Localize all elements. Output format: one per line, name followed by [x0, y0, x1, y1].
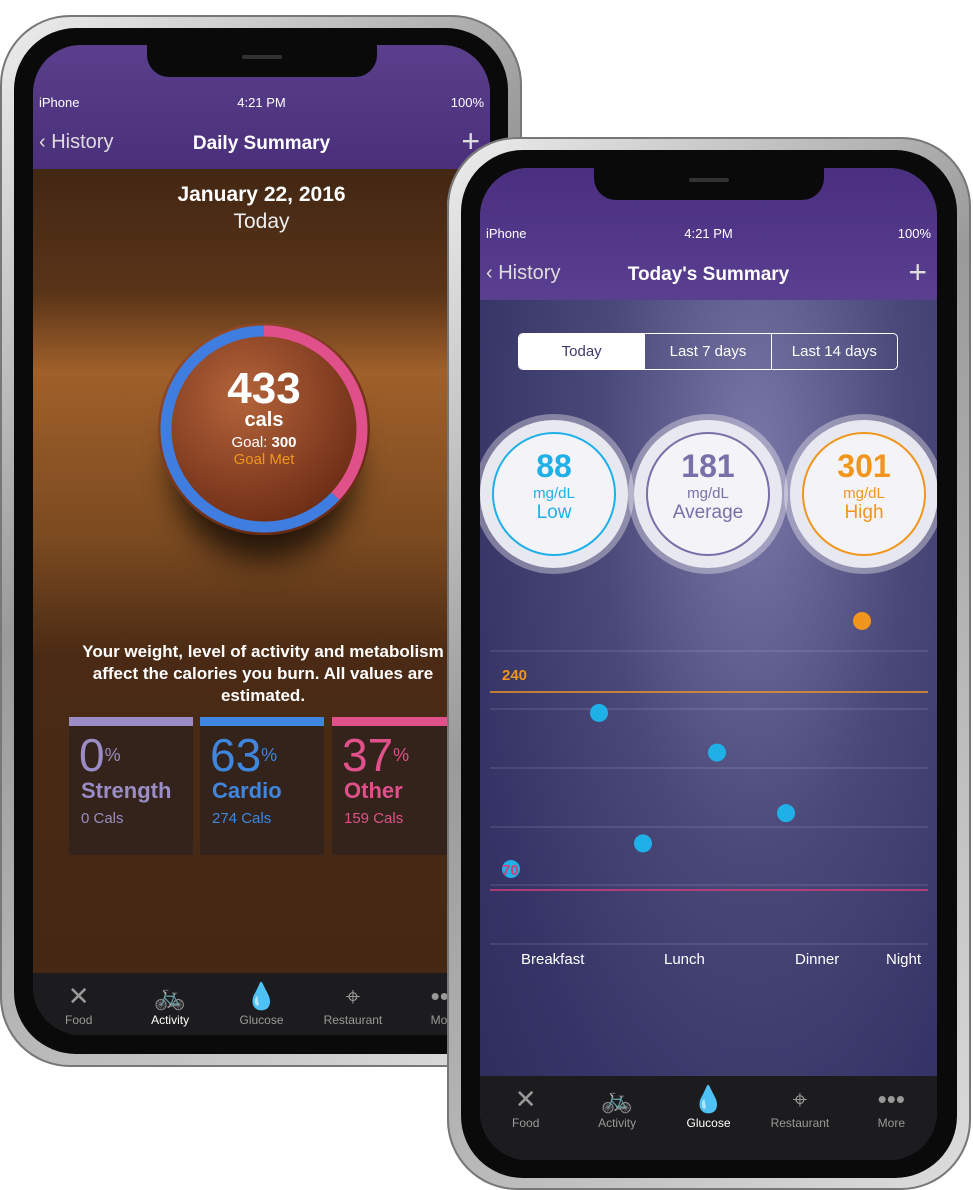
- data-point: [634, 834, 652, 853]
- tab-label: Restaurant: [770, 1116, 830, 1130]
- bicycle-icon: 🚲: [600, 1084, 634, 1114]
- threshold-label: 240: [502, 667, 527, 684]
- day: Today: [233, 210, 290, 233]
- x-label-breakfast: Breakfast: [521, 951, 585, 968]
- tab-activity[interactable]: 🚲 Activity: [124, 973, 215, 1035]
- status-bar: iPhone 4:21 PM 100%: [480, 226, 937, 246]
- nav-bar: ‹ History Today's Summary +: [480, 254, 937, 294]
- card-name: Strength: [81, 778, 172, 803]
- stat-value: 181: [681, 448, 735, 484]
- nav-bar: ‹ History Daily Summary +: [33, 123, 490, 163]
- fork-knife-icon: ✕: [67, 981, 90, 1011]
- page-title: Daily Summary: [192, 133, 331, 154]
- percent-sign: %: [393, 745, 410, 765]
- tab-bar: ✕ Food 🚲 Activity 💧 Glucose ⌖ Restaurant ••• More: [480, 1076, 937, 1160]
- drop-icon: 💧: [245, 981, 278, 1011]
- stat-average: 181 mg/dL Average: [634, 420, 782, 568]
- add-button[interactable]: +: [908, 254, 927, 291]
- tab-food[interactable]: ✕ Food: [480, 1076, 571, 1160]
- crosshair-icon: ⌖: [792, 1084, 808, 1114]
- clock: 4:21 PM: [684, 226, 733, 241]
- card-bar: [200, 717, 324, 726]
- todays-summary-screen: iPhone 4:21 PM 100% ‹ History Today's Su…: [480, 168, 937, 1160]
- notch: [146, 45, 377, 77]
- x-label-night: Night: [886, 951, 922, 968]
- segment-last-7-days[interactable]: Last 7 days: [644, 334, 770, 369]
- percent-sign: %: [104, 745, 121, 765]
- segment-last-14-days[interactable]: Last 14 days: [770, 334, 897, 369]
- threshold-label: 70: [502, 862, 519, 879]
- more-icon: •••: [877, 1084, 905, 1114]
- page-title: Today's Summary: [627, 264, 790, 285]
- info-message: Your weight, level of activity and metab…: [82, 642, 444, 705]
- tab-label: Restaurant: [323, 1013, 383, 1027]
- stat-unit: mg/dL: [843, 485, 885, 502]
- drop-icon: 💧: [692, 1084, 725, 1114]
- tab-label: Food: [65, 1013, 93, 1027]
- battery: 100%: [897, 226, 931, 241]
- tab-more[interactable]: ••• More: [846, 1076, 937, 1160]
- goal-status: Goal Met: [233, 451, 295, 468]
- stat-label: High: [844, 502, 884, 523]
- notch: [593, 168, 824, 200]
- card-strength: 0% Strength 0 Cals: [69, 717, 193, 855]
- x-label-dinner: Dinner: [795, 951, 840, 968]
- data-point: [708, 743, 726, 762]
- calorie-value: 433: [227, 364, 301, 413]
- stat-label: Low: [536, 502, 572, 523]
- tab-glucose[interactable]: 💧 Glucose: [663, 1076, 754, 1160]
- card-percent: 63: [210, 729, 262, 781]
- clock: 4:21 PM: [237, 95, 286, 110]
- tab-restaurant[interactable]: ⌖ Restaurant: [307, 973, 398, 1035]
- date: January 22, 2016: [177, 183, 346, 206]
- tab-restaurant[interactable]: ⌖ Restaurant: [754, 1076, 845, 1160]
- tab-glucose[interactable]: 💧 Glucose: [216, 973, 307, 1035]
- card-cardio: 63% Cardio 274 Cals: [200, 717, 324, 855]
- percent-sign: %: [261, 745, 278, 765]
- card-cals: 0 Cals: [81, 810, 124, 827]
- fork-knife-icon: ✕: [514, 1084, 537, 1114]
- status-bar: iPhone 4:21 PM 100%: [33, 95, 490, 115]
- data-point: [777, 804, 795, 823]
- tab-activity[interactable]: 🚲 Activity: [571, 1076, 662, 1160]
- bicycle-icon: 🚲: [153, 981, 187, 1011]
- goal-value: 300: [271, 434, 297, 451]
- stat-high: 301 mg/dL High: [790, 420, 937, 568]
- stat-value: 88: [536, 448, 572, 484]
- tab-label: Glucose: [239, 1013, 284, 1027]
- tab-label: Activity: [151, 1013, 190, 1027]
- stat-unit: mg/dL: [687, 485, 729, 502]
- card-percent: 0: [79, 729, 105, 781]
- glucose-chart: 240 70: [490, 611, 928, 945]
- stat-value: 301: [837, 448, 891, 484]
- card-name: Other: [344, 778, 403, 803]
- x-label-lunch: Lunch: [664, 951, 705, 968]
- card-bar: [69, 717, 193, 726]
- tab-food[interactable]: ✕ Food: [33, 973, 124, 1035]
- tab-label: Glucose: [686, 1116, 731, 1130]
- card-bar: [332, 717, 456, 726]
- data-point: [590, 703, 608, 722]
- battery: 100%: [450, 95, 484, 110]
- stat-low: 88 mg/dL Low: [480, 420, 628, 568]
- card-cals: 159 Cals: [344, 810, 404, 827]
- crosshair-icon: ⌖: [345, 981, 361, 1011]
- ring-text: 433 cals Goal: 300 Goal Met: [158, 364, 370, 469]
- card-name: Cardio: [212, 778, 282, 803]
- stat-unit: mg/dL: [533, 485, 575, 502]
- segment-today[interactable]: Today: [519, 334, 645, 369]
- period-segmented-control: Today Last 7 days Last 14 days: [518, 333, 898, 370]
- goal-label: Goal:: [231, 434, 268, 451]
- stat-label: Average: [672, 502, 744, 523]
- card-other: 37% Other 159 Cals: [332, 717, 456, 855]
- tab-label: Food: [512, 1116, 540, 1130]
- data-point: [853, 611, 871, 630]
- daily-summary-screen: iPhone 4:21 PM 100% ‹ History Daily Summ…: [33, 45, 490, 1035]
- tab-label: Activity: [598, 1116, 637, 1130]
- calorie-unit: cals: [244, 409, 284, 431]
- card-cals: 274 Cals: [212, 810, 272, 827]
- tab-bar: ✕ Food 🚲 Activity 💧 Glucose ⌖ Restaurant ••• More: [33, 973, 490, 1035]
- card-percent: 37: [342, 729, 394, 781]
- tab-label: More: [877, 1116, 905, 1130]
